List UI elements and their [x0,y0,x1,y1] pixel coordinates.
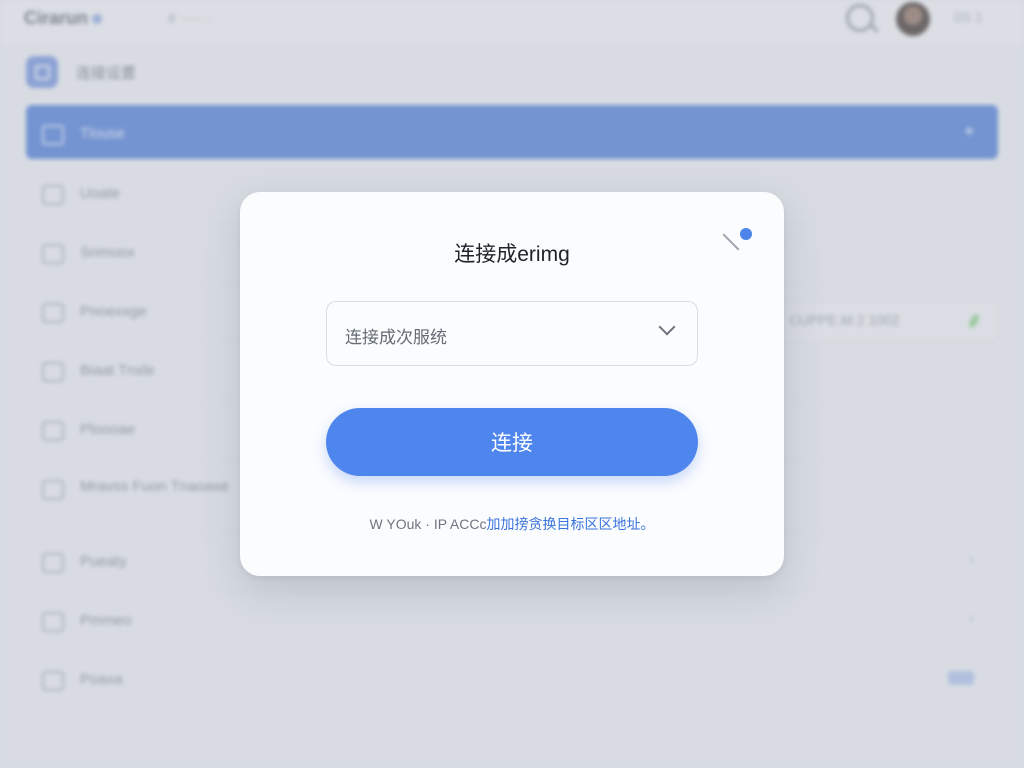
close-button[interactable] [716,228,752,258]
server-select[interactable]: 连接成次服统 [326,301,698,366]
connect-button[interactable]: 连接 [326,408,698,476]
close-icon [722,233,740,251]
select-value: 连接成次服统 [345,328,447,347]
footer-text: W YOuk · IP ACCc [369,516,487,532]
dialog-footer: W YOuk · IP ACCc加加搒贪换目标区区地址。 [240,514,784,534]
dialog-title: 连接成erimg [454,243,570,266]
connect-dialog: 连接成erimg 连接成次服统 连接 W YOuk · IP ACCc加加搒贪换… [240,192,784,576]
notification-dot-icon [740,228,752,240]
footer-link[interactable]: 加加搒贪换目标区区地址。 [486,516,654,532]
chevron-down-icon [658,318,676,336]
